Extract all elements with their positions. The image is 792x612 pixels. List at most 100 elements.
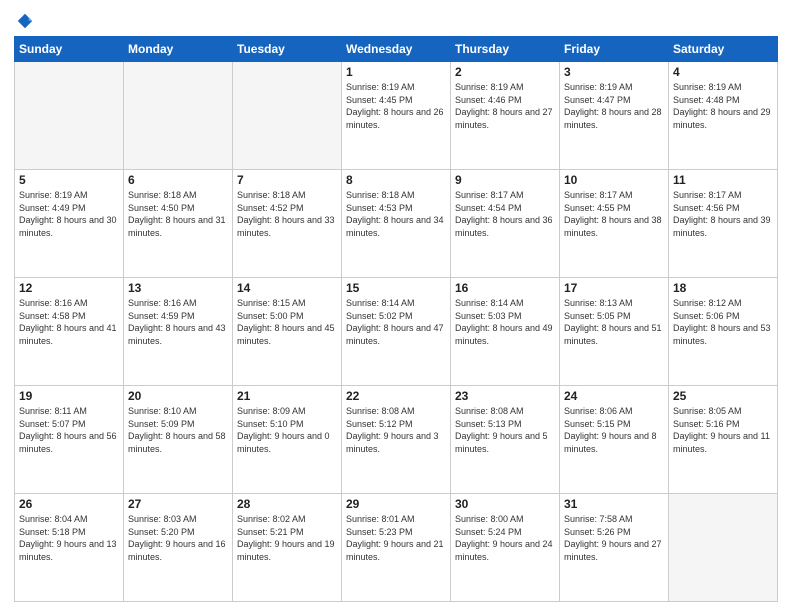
day-info: Sunrise: 8:02 AM Sunset: 5:21 PM Dayligh… xyxy=(237,513,337,563)
weekday-header-row: SundayMondayTuesdayWednesdayThursdayFrid… xyxy=(15,37,778,62)
weekday-header-friday: Friday xyxy=(560,37,669,62)
day-number: 10 xyxy=(564,173,664,187)
day-info: Sunrise: 8:14 AM Sunset: 5:02 PM Dayligh… xyxy=(346,297,446,347)
weekday-header-thursday: Thursday xyxy=(451,37,560,62)
day-info: Sunrise: 8:00 AM Sunset: 5:24 PM Dayligh… xyxy=(455,513,555,563)
day-number: 4 xyxy=(673,65,773,79)
calendar-cell-3-5: 16 Sunrise: 8:14 AM Sunset: 5:03 PM Dayli… xyxy=(451,278,560,386)
calendar-cell-2-7: 11 Sunrise: 8:17 AM Sunset: 4:56 PM Dayli… xyxy=(669,170,778,278)
day-info: Sunrise: 8:17 AM Sunset: 4:55 PM Dayligh… xyxy=(564,189,664,239)
week-row-2: 5 Sunrise: 8:19 AM Sunset: 4:49 PM Daylig… xyxy=(15,170,778,278)
calendar-cell-4-6: 24 Sunrise: 8:06 AM Sunset: 5:15 PM Dayli… xyxy=(560,386,669,494)
day-info: Sunrise: 8:14 AM Sunset: 5:03 PM Dayligh… xyxy=(455,297,555,347)
day-number: 11 xyxy=(673,173,773,187)
day-number: 5 xyxy=(19,173,119,187)
day-number: 18 xyxy=(673,281,773,295)
day-number: 31 xyxy=(564,497,664,511)
day-info: Sunrise: 8:18 AM Sunset: 4:52 PM Dayligh… xyxy=(237,189,337,239)
day-number: 19 xyxy=(19,389,119,403)
weekday-header-wednesday: Wednesday xyxy=(342,37,451,62)
calendar-cell-1-6: 3Sunrise: 8:19 AM Sunset: 4:47 PM Daylig… xyxy=(560,62,669,170)
day-number: 24 xyxy=(564,389,664,403)
calendar-cell-2-1: 5 Sunrise: 8:19 AM Sunset: 4:49 PM Daylig… xyxy=(15,170,124,278)
day-number: 30 xyxy=(455,497,555,511)
calendar-cell-4-4: 22Sunrise: 8:08 AM Sunset: 5:12 PM Dayli… xyxy=(342,386,451,494)
calendar-cell-5-7 xyxy=(669,494,778,602)
day-info: Sunrise: 8:17 AM Sunset: 4:56 PM Dayligh… xyxy=(673,189,773,239)
calendar-cell-3-4: 15 Sunrise: 8:14 AM Sunset: 5:02 PM Dayli… xyxy=(342,278,451,386)
weekday-header-sunday: Sunday xyxy=(15,37,124,62)
calendar-cell-1-1 xyxy=(15,62,124,170)
day-info: Sunrise: 8:16 AM Sunset: 4:59 PM Dayligh… xyxy=(128,297,228,347)
day-info: Sunrise: 8:12 AM Sunset: 5:06 PM Dayligh… xyxy=(673,297,773,347)
page: SundayMondayTuesdayWednesdayThursdayFrid… xyxy=(0,0,792,612)
calendar-cell-5-3: 28Sunrise: 8:02 AM Sunset: 5:21 PM Dayli… xyxy=(233,494,342,602)
day-info: Sunrise: 8:04 AM Sunset: 5:18 PM Dayligh… xyxy=(19,513,119,563)
day-info: Sunrise: 8:18 AM Sunset: 4:53 PM Dayligh… xyxy=(346,189,446,239)
day-info: Sunrise: 8:19 AM Sunset: 4:45 PM Dayligh… xyxy=(346,81,446,131)
calendar-cell-4-3: 21 Sunrise: 8:09 AM Sunset: 5:10 PM Dayli… xyxy=(233,386,342,494)
week-row-4: 19 Sunrise: 8:11 AM Sunset: 5:07 PM Dayli… xyxy=(15,386,778,494)
day-number: 23 xyxy=(455,389,555,403)
calendar-cell-2-3: 7 Sunrise: 8:18 AM Sunset: 4:52 PM Daylig… xyxy=(233,170,342,278)
day-info: Sunrise: 8:08 AM Sunset: 5:13 PM Dayligh… xyxy=(455,405,555,455)
day-number: 13 xyxy=(128,281,228,295)
calendar-cell-1-5: 2Sunrise: 8:19 AM Sunset: 4:46 PM Daylig… xyxy=(451,62,560,170)
calendar-cell-4-5: 23 Sunrise: 8:08 AM Sunset: 5:13 PM Dayli… xyxy=(451,386,560,494)
week-row-1: 1 Sunrise: 8:19 AM Sunset: 4:45 PM Daylig… xyxy=(15,62,778,170)
day-info: Sunrise: 8:15 AM Sunset: 5:00 PM Dayligh… xyxy=(237,297,337,347)
calendar-cell-5-5: 30 Sunrise: 8:00 AM Sunset: 5:24 PM Dayli… xyxy=(451,494,560,602)
calendar-cell-2-5: 9Sunrise: 8:17 AM Sunset: 4:54 PM Daylig… xyxy=(451,170,560,278)
weekday-header-saturday: Saturday xyxy=(669,37,778,62)
day-number: 12 xyxy=(19,281,119,295)
calendar-table: SundayMondayTuesdayWednesdayThursdayFrid… xyxy=(14,36,778,602)
day-number: 29 xyxy=(346,497,446,511)
day-number: 21 xyxy=(237,389,337,403)
weekday-header-monday: Monday xyxy=(124,37,233,62)
weekday-header-tuesday: Tuesday xyxy=(233,37,342,62)
calendar-cell-5-4: 29 Sunrise: 8:01 AM Sunset: 5:23 PM Dayli… xyxy=(342,494,451,602)
day-number: 27 xyxy=(128,497,228,511)
week-row-5: 26 Sunrise: 8:04 AM Sunset: 5:18 PM Dayli… xyxy=(15,494,778,602)
day-number: 26 xyxy=(19,497,119,511)
week-row-3: 12 Sunrise: 8:16 AM Sunset: 4:58 PM Dayli… xyxy=(15,278,778,386)
calendar-cell-2-2: 6 Sunrise: 8:18 AM Sunset: 4:50 PM Daylig… xyxy=(124,170,233,278)
day-info: Sunrise: 7:58 AM Sunset: 5:26 PM Dayligh… xyxy=(564,513,664,563)
day-info: Sunrise: 8:19 AM Sunset: 4:48 PM Dayligh… xyxy=(673,81,773,131)
calendar-cell-1-4: 1 Sunrise: 8:19 AM Sunset: 4:45 PM Daylig… xyxy=(342,62,451,170)
calendar-cell-2-4: 8 Sunrise: 8:18 AM Sunset: 4:53 PM Daylig… xyxy=(342,170,451,278)
day-info: Sunrise: 8:10 AM Sunset: 5:09 PM Dayligh… xyxy=(128,405,228,455)
day-number: 16 xyxy=(455,281,555,295)
calendar-cell-4-7: 25Sunrise: 8:05 AM Sunset: 5:16 PM Dayli… xyxy=(669,386,778,494)
calendar-cell-3-7: 18 Sunrise: 8:12 AM Sunset: 5:06 PM Dayli… xyxy=(669,278,778,386)
day-info: Sunrise: 8:13 AM Sunset: 5:05 PM Dayligh… xyxy=(564,297,664,347)
day-number: 6 xyxy=(128,173,228,187)
calendar-cell-1-3 xyxy=(233,62,342,170)
day-number: 14 xyxy=(237,281,337,295)
calendar-cell-4-1: 19 Sunrise: 8:11 AM Sunset: 5:07 PM Dayli… xyxy=(15,386,124,494)
calendar-cell-3-1: 12 Sunrise: 8:16 AM Sunset: 4:58 PM Dayli… xyxy=(15,278,124,386)
day-info: Sunrise: 8:01 AM Sunset: 5:23 PM Dayligh… xyxy=(346,513,446,563)
day-info: Sunrise: 8:09 AM Sunset: 5:10 PM Dayligh… xyxy=(237,405,337,455)
day-number: 8 xyxy=(346,173,446,187)
day-info: Sunrise: 8:17 AM Sunset: 4:54 PM Dayligh… xyxy=(455,189,555,239)
day-info: Sunrise: 8:16 AM Sunset: 4:58 PM Dayligh… xyxy=(19,297,119,347)
day-number: 15 xyxy=(346,281,446,295)
day-number: 20 xyxy=(128,389,228,403)
calendar-cell-5-6: 31 Sunrise: 7:58 AM Sunset: 5:26 PM Dayli… xyxy=(560,494,669,602)
day-number: 2 xyxy=(455,65,555,79)
calendar-cell-1-7: 4 Sunrise: 8:19 AM Sunset: 4:48 PM Daylig… xyxy=(669,62,778,170)
calendar-cell-1-2 xyxy=(124,62,233,170)
day-number: 7 xyxy=(237,173,337,187)
day-info: Sunrise: 8:19 AM Sunset: 4:49 PM Dayligh… xyxy=(19,189,119,239)
logo-icon xyxy=(16,12,34,30)
day-info: Sunrise: 8:06 AM Sunset: 5:15 PM Dayligh… xyxy=(564,405,664,455)
day-number: 22 xyxy=(346,389,446,403)
calendar-cell-3-6: 17Sunrise: 8:13 AM Sunset: 5:05 PM Dayli… xyxy=(560,278,669,386)
day-number: 3 xyxy=(564,65,664,79)
day-info: Sunrise: 8:18 AM Sunset: 4:50 PM Dayligh… xyxy=(128,189,228,239)
calendar-cell-2-6: 10 Sunrise: 8:17 AM Sunset: 4:55 PM Dayli… xyxy=(560,170,669,278)
day-number: 1 xyxy=(346,65,446,79)
day-info: Sunrise: 8:11 AM Sunset: 5:07 PM Dayligh… xyxy=(19,405,119,455)
calendar-cell-3-3: 14 Sunrise: 8:15 AM Sunset: 5:00 PM Dayli… xyxy=(233,278,342,386)
